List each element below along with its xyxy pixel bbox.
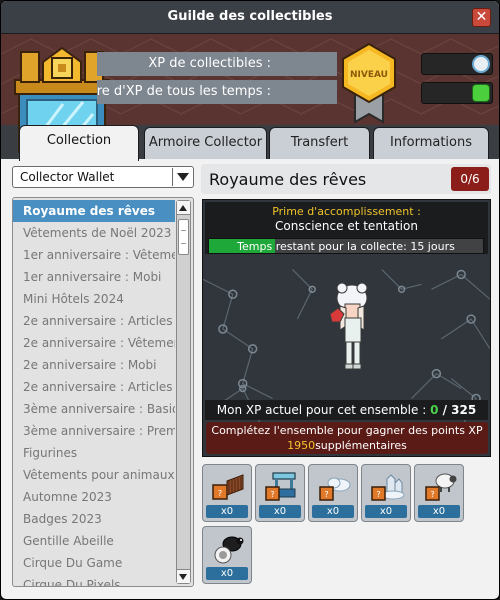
xp-progress-text: Mon XP actuel pour cet ensemble : 0 / 32… bbox=[205, 403, 488, 417]
completion-points-line: 1950supplémentaires bbox=[206, 438, 488, 453]
tab-collection[interactable]: Collection bbox=[19, 125, 139, 161]
item-quantity: x0 bbox=[312, 505, 354, 518]
reward-panel: Prime d'accomplissement : Conscience et … bbox=[205, 202, 488, 254]
list-item-selected[interactable]: Royaume des rêves bbox=[13, 200, 175, 222]
completion-suffix: supplémentaires bbox=[315, 439, 407, 452]
green-gem-icon bbox=[472, 84, 490, 102]
item-quantity: x0 bbox=[365, 505, 407, 518]
close-button[interactable]: ✕ bbox=[472, 8, 491, 27]
black-sheep-icon bbox=[214, 536, 244, 564]
set-title: Royaume des rêves bbox=[209, 170, 367, 189]
castle-crate-icon: ? bbox=[371, 474, 405, 501]
dropdown-button[interactable] bbox=[172, 168, 192, 186]
collection-list[interactable]: Royaume des rêves Vêtements de Noël 2023… bbox=[12, 197, 194, 587]
list-item[interactable]: Mini Hôtels 2024 bbox=[13, 288, 175, 310]
list-item[interactable]: Vêtements de Noël 2023 bbox=[13, 222, 175, 244]
xp-row: XP de collectibles : bbox=[97, 52, 337, 76]
tab-armoire-collector[interactable]: Armoire Collector bbox=[144, 127, 267, 159]
scroll-up-icon[interactable] bbox=[177, 201, 190, 215]
svg-text:?: ? bbox=[376, 490, 380, 499]
item-slot[interactable]: ? x0 bbox=[308, 464, 358, 522]
all-time-xp-row: re d'XP de tous les temps : bbox=[97, 80, 337, 104]
xp-progress-label: Mon XP actuel pour cet ensemble : bbox=[216, 403, 431, 417]
scroll-thumb[interactable] bbox=[178, 219, 189, 255]
set-items-grid: ? x0 ? x0 ? x0 ? x0 ? x0 x0 bbox=[202, 464, 492, 586]
list-item[interactable]: Gentille Abeille bbox=[13, 530, 175, 552]
sheep-crate-icon: ? bbox=[425, 473, 457, 501]
tab-informations[interactable]: Informations bbox=[373, 127, 489, 159]
xp-total: 325 bbox=[451, 403, 477, 417]
list-item[interactable]: 3ème anniversaire : Basique bbox=[13, 398, 175, 420]
avatar-figure bbox=[329, 282, 368, 370]
item-quantity: x0 bbox=[418, 505, 460, 518]
fence-crate-icon: ? bbox=[212, 474, 244, 500]
wallet-dropdown[interactable]: Collector Wallet bbox=[12, 166, 194, 188]
item-slot[interactable]: ? x0 bbox=[202, 464, 252, 522]
level-badge-icon: NIVEAU bbox=[342, 42, 396, 124]
set-header: Royaume des rêves 0/6 bbox=[201, 164, 491, 194]
all-time-xp-label: re d'XP de tous les temps : bbox=[96, 84, 271, 99]
item-slot[interactable]: ? x0 bbox=[255, 464, 305, 522]
item-slot[interactable]: ? x0 bbox=[414, 464, 464, 522]
xp-progress-panel: Mon XP actuel pour cet ensemble : 0 / 32… bbox=[205, 400, 488, 420]
list-item[interactable]: 1er anniversaire : Mobi bbox=[13, 266, 175, 288]
window-title: Guilde des collectibles bbox=[167, 9, 333, 24]
list-item[interactable]: Figurines bbox=[13, 442, 175, 464]
item-quantity: x0 bbox=[206, 505, 248, 518]
title-bar[interactable]: Guilde des collectibles ✕ bbox=[1, 1, 499, 34]
scroll-down-icon[interactable] bbox=[177, 569, 190, 583]
completion-text: Complétez l'ensemble pour gagner des poi… bbox=[211, 424, 483, 437]
item-slot[interactable]: x0 bbox=[202, 526, 252, 584]
item-slot[interactable]: ? x0 bbox=[361, 464, 411, 522]
badge-label: NIVEAU bbox=[350, 70, 388, 80]
xp-value-field bbox=[421, 53, 493, 75]
svg-text:?: ? bbox=[324, 490, 328, 499]
cloud-crate-icon: ? bbox=[319, 477, 351, 501]
item-quantity: x0 bbox=[206, 567, 248, 580]
time-remaining-text: Temps restant pour la collecte: 15 jours bbox=[237, 240, 455, 253]
list-item[interactable]: 2e anniversaire : Articles ja bbox=[13, 376, 175, 398]
list-item[interactable]: 2e anniversaire : Mobi bbox=[13, 354, 175, 376]
list-item[interactable]: 2e anniversaire : Articles bl bbox=[13, 310, 175, 332]
list-item[interactable]: Cirque Du Game bbox=[13, 552, 175, 574]
list-scrollbar[interactable] bbox=[176, 200, 191, 584]
reward-value: Conscience et tentation bbox=[275, 219, 418, 233]
list-item[interactable]: 1er anniversaire : Vêtemen bbox=[13, 244, 175, 266]
completion-points: 1950 bbox=[287, 439, 316, 452]
chevron-down-icon bbox=[177, 173, 189, 181]
completion-bonus-panel: Complétez l'ensemble pour gagner des poi… bbox=[206, 422, 488, 454]
list-item[interactable]: Vêtements pour animaux 2 bbox=[13, 464, 175, 486]
set-count-badge: 0/6 bbox=[451, 167, 489, 191]
svg-text:?: ? bbox=[270, 490, 274, 499]
tab-transfert[interactable]: Transfert bbox=[269, 127, 370, 159]
collectibles-window: Guilde des collectibles ✕ XP de collecti… bbox=[0, 0, 500, 600]
list-item[interactable]: Badges 2023 bbox=[13, 508, 175, 530]
list-item[interactable]: Automne 2023 bbox=[13, 486, 175, 508]
svg-text:?: ? bbox=[430, 490, 434, 499]
time-remaining-bar: Temps restant pour la collecte: 15 jours bbox=[208, 238, 484, 254]
list-item[interactable]: 3ème anniversaire : Premiu bbox=[13, 420, 175, 442]
all-time-xp-field bbox=[421, 82, 493, 104]
xp-separator: / bbox=[438, 403, 452, 417]
xp-orb-icon bbox=[472, 55, 490, 73]
list-item[interactable]: Cirque Du Pixels bbox=[13, 574, 175, 586]
svg-text:?: ? bbox=[218, 489, 222, 498]
reward-label: Prime d'accomplissement : bbox=[272, 205, 421, 218]
item-quantity: x0 bbox=[259, 505, 301, 518]
xp-label: XP de collectibles : bbox=[148, 56, 271, 71]
kiosk-crate-icon: ? bbox=[265, 472, 296, 501]
dropdown-value: Collector Wallet bbox=[20, 170, 115, 184]
set-preview: Prime d'accomplissement : Conscience et … bbox=[202, 199, 491, 457]
list-item[interactable]: 2e anniversaire : Vêtement bbox=[13, 332, 175, 354]
